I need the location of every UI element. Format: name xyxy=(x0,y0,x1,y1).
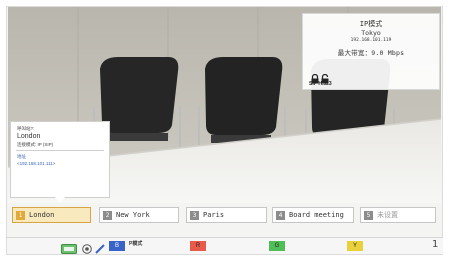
speed-dial-label: 未设置 xyxy=(377,211,398,219)
page-indicator: 1 xyxy=(432,239,439,250)
pen-icon xyxy=(95,241,105,259)
speed-dial-label: London xyxy=(29,211,55,219)
connection-mode-text: IP模式 xyxy=(359,20,383,28)
remote-ip-address: 192.168.101.119 xyxy=(350,38,392,43)
speed-dial-label: Board meeting xyxy=(289,211,344,219)
speed-dial-2[interactable]: 2 New York xyxy=(99,207,179,223)
green-key[interactable]: G xyxy=(269,241,285,251)
menu-key-icon xyxy=(61,241,77,259)
speed-dial-number: 1 xyxy=(16,210,25,220)
speed-dial-number: 3 xyxy=(190,210,199,220)
speed-dial-number: 4 xyxy=(276,210,285,220)
speed-dial-3[interactable]: 3 Paris xyxy=(186,207,267,223)
connection-mode-label: 连接模式: IP (SIP) xyxy=(17,142,54,147)
call-site-name: London xyxy=(17,133,41,140)
yellow-key[interactable]: Y xyxy=(347,241,363,251)
speed-dial-label: New York xyxy=(116,211,150,219)
protocol-text: SIP H.323 xyxy=(309,81,332,87)
remote-info-panel: IP模式 Tokyo 192.168.101.119 最大带宽：9.0 Mbps… xyxy=(302,13,440,90)
speed-dial-number: 5 xyxy=(364,210,373,220)
call-site-label: 呼叫站?: xyxy=(17,126,35,131)
camera-icon xyxy=(81,241,93,259)
speed-dial-number: 2 xyxy=(103,210,112,220)
red-key[interactable]: R xyxy=(190,241,206,251)
speed-dial-4[interactable]: 4 Board meeting xyxy=(272,207,354,223)
blue-key[interactable]: B xyxy=(109,241,125,251)
selected-site-popup: 呼叫站?: London 连接模式: IP (SIP) 地址 <192.168.… xyxy=(10,121,110,203)
max-bandwidth-text: 最大带宽：9.0 Mbps xyxy=(337,49,405,57)
speed-dial-1[interactable]: 1 London xyxy=(12,207,91,223)
status-bar: B P模式 R G Y 1 xyxy=(7,237,443,254)
mode-label: P模式 xyxy=(129,241,143,247)
remote-site-name: Tokyo xyxy=(361,29,381,37)
address-label: 地址 xyxy=(17,154,26,159)
speed-dial-label: Paris xyxy=(203,211,225,219)
address-value: <192.168.101.111> xyxy=(17,161,56,166)
popup-divider xyxy=(16,150,104,151)
speed-dial-5[interactable]: 5 未设置 xyxy=(360,207,436,223)
